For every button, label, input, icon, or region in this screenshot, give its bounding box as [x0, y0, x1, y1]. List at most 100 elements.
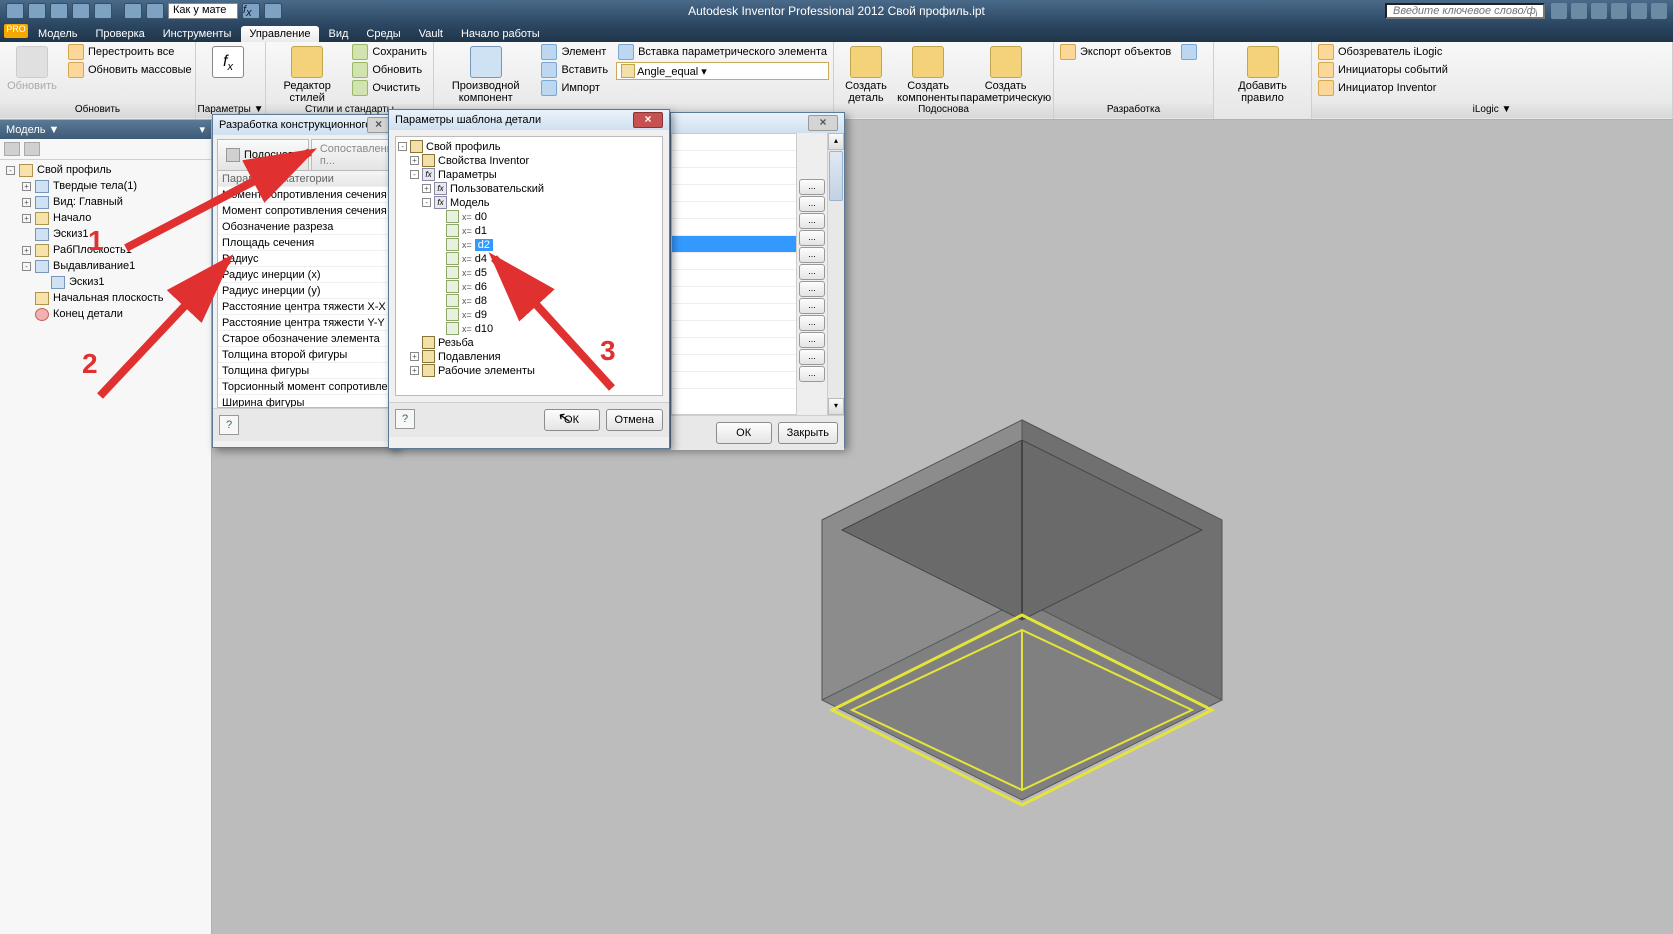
- signin-icon[interactable]: [1631, 3, 1647, 19]
- expand-icon[interactable]: -: [410, 170, 419, 179]
- tree-node-label[interactable]: Свойства Inventor: [438, 155, 529, 167]
- tree-node-label[interactable]: d6: [475, 281, 487, 293]
- qat-redo-icon[interactable]: [94, 3, 112, 19]
- tree-node-label[interactable]: Резьба: [438, 337, 474, 349]
- expand-icon[interactable]: [22, 230, 31, 239]
- search-icon[interactable]: [1551, 3, 1567, 19]
- tree-node[interactable]: x=d10: [398, 322, 660, 336]
- row-button[interactable]: ...: [799, 298, 825, 314]
- param-row[interactable]: Старое обозначение элемента: [218, 331, 391, 347]
- browser-node[interactable]: +РабПлоскость1: [0, 242, 211, 258]
- param-row[interactable]: Момент сопротивления сечения (y): [218, 203, 391, 219]
- favorite-icon[interactable]: [1611, 3, 1627, 19]
- param-row[interactable]: Толщина второй фигуры: [218, 347, 391, 363]
- tree-node-label[interactable]: Параметры: [438, 169, 497, 181]
- tree-node-label[interactable]: d4: [475, 253, 487, 265]
- expand-icon[interactable]: [22, 310, 31, 319]
- tab-tools[interactable]: Инструменты: [155, 26, 240, 42]
- node-label[interactable]: Конец детали: [53, 308, 123, 320]
- tab-view[interactable]: Вид: [321, 26, 357, 42]
- create-part-button[interactable]: Создать деталь: [838, 44, 894, 106]
- param-row[interactable]: Радиус: [218, 251, 391, 267]
- subscription-icon[interactable]: [1571, 3, 1587, 19]
- tree-node[interactable]: x=d6: [398, 280, 660, 294]
- clear-style-button[interactable]: Очистить: [350, 80, 429, 96]
- style-editor-button[interactable]: Редактор стилей: [270, 44, 344, 106]
- update-mass-button[interactable]: Обновить массовые: [66, 62, 194, 78]
- tree-node[interactable]: + Рабочие элементы: [398, 364, 660, 378]
- rebuild-all-button[interactable]: Перестроить все: [66, 44, 194, 60]
- tree-node-label[interactable]: Рабочие элементы: [438, 365, 535, 377]
- row-button[interactable]: ...: [799, 281, 825, 297]
- back-dialog-titlebar[interactable]: ×: [671, 113, 844, 133]
- tree-node[interactable]: x=d8: [398, 294, 660, 308]
- tree-node-label[interactable]: Подавления: [438, 351, 501, 363]
- dlg1-tab-base[interactable]: Подоснова: [217, 139, 309, 170]
- tab-environ[interactable]: Среды: [358, 26, 408, 42]
- dlg1-titlebar[interactable]: Разработка конструкционного профиля ×: [213, 115, 396, 135]
- row-button[interactable]: ...: [799, 196, 825, 212]
- expand-icon[interactable]: [38, 278, 47, 287]
- derive-component-button[interactable]: Производной компонент: [438, 44, 533, 106]
- expand-icon[interactable]: +: [22, 214, 31, 223]
- scroll-down-icon[interactable]: ▾: [828, 398, 844, 415]
- browser-node[interactable]: Начальная плоскость: [0, 290, 211, 306]
- expand-icon[interactable]: +: [410, 366, 419, 375]
- create-components-button[interactable]: Создать компоненты: [900, 44, 956, 106]
- dlg2-titlebar[interactable]: Параметры шаблона детали ×: [389, 110, 669, 130]
- dlg2-cancel-button[interactable]: Отмена: [606, 409, 663, 431]
- collapse-icon[interactable]: ▾: [199, 123, 205, 136]
- save-style-button[interactable]: Сохранить: [350, 44, 429, 60]
- import-button[interactable]: Импорт: [539, 80, 610, 96]
- group-ilogic-label[interactable]: iLogic ▼: [1312, 104, 1672, 118]
- update-style-button[interactable]: Обновить: [350, 62, 429, 78]
- tree-node[interactable]: x=d9: [398, 308, 660, 322]
- angle-combo[interactable]: Angle_equal ▾: [616, 62, 829, 80]
- tree-node[interactable]: + Свойства Inventor: [398, 154, 660, 168]
- row-button[interactable]: ...: [799, 213, 825, 229]
- expand-icon[interactable]: -: [398, 142, 407, 151]
- tree-node[interactable]: +Подавления: [398, 350, 660, 364]
- expand-icon[interactable]: -: [422, 198, 431, 207]
- qat-save-icon[interactable]: [50, 3, 68, 19]
- expand-icon[interactable]: +: [22, 246, 31, 255]
- tree-node-label[interactable]: d8: [475, 295, 487, 307]
- browser-node[interactable]: +Начало: [0, 210, 211, 226]
- expand-icon[interactable]: +: [422, 184, 431, 193]
- row-button[interactable]: ...: [799, 247, 825, 263]
- export-objects-button[interactable]: Экспорт объектов: [1058, 44, 1173, 60]
- tree-node-label[interactable]: d9: [475, 309, 487, 321]
- expand-icon[interactable]: +: [410, 156, 419, 165]
- qat-measure-icon[interactable]: [264, 3, 282, 19]
- add-rule-button[interactable]: Добавить правило: [1218, 44, 1307, 106]
- tab-getstart[interactable]: Начало работы: [453, 26, 548, 42]
- dlg2-help-button[interactable]: ?: [395, 409, 415, 429]
- browser-node[interactable]: Эскиз1: [0, 226, 211, 242]
- help-icon[interactable]: [1651, 3, 1667, 19]
- row-button[interactable]: ...: [799, 332, 825, 348]
- help-search-input[interactable]: [1385, 3, 1545, 19]
- tree-node-label[interactable]: d0: [475, 211, 487, 223]
- qat-new-icon[interactable]: [6, 3, 24, 19]
- param-row[interactable]: Ширина фигуры: [218, 395, 391, 408]
- row-button[interactable]: ...: [799, 264, 825, 280]
- expand-icon[interactable]: [22, 294, 31, 303]
- tree-node-label[interactable]: d5: [475, 267, 487, 279]
- paste-button[interactable]: Вставить: [539, 62, 610, 78]
- qat-select-icon[interactable]: [124, 3, 142, 19]
- node-label[interactable]: Выдавливание1: [53, 260, 135, 272]
- tree-node[interactable]: Резьба: [398, 336, 660, 350]
- element-button[interactable]: Элемент: [539, 44, 610, 60]
- node-label[interactable]: Твердые тела(1): [53, 180, 137, 192]
- dlg1-param-list[interactable]: Параметры категории Момент сопротивления…: [217, 170, 392, 408]
- tree-node[interactable]: -fxМодель: [398, 196, 660, 210]
- back-dialog-close-button[interactable]: ×: [808, 115, 838, 131]
- tab-model[interactable]: Модель: [30, 26, 85, 42]
- browser-node[interactable]: -Выдавливание1: [0, 258, 211, 274]
- tree-node-label[interactable]: d2: [475, 239, 493, 251]
- dlg2-tree[interactable]: -Свой профиль+Свойства Inventor-fxПараме…: [395, 136, 663, 396]
- param-row[interactable]: Обозначение разреза: [218, 219, 391, 235]
- tree-node-label[interactable]: Свой профиль: [426, 141, 501, 153]
- browser-node[interactable]: +Вид: Главный: [0, 194, 211, 210]
- browser-node[interactable]: Конец детали: [0, 306, 211, 322]
